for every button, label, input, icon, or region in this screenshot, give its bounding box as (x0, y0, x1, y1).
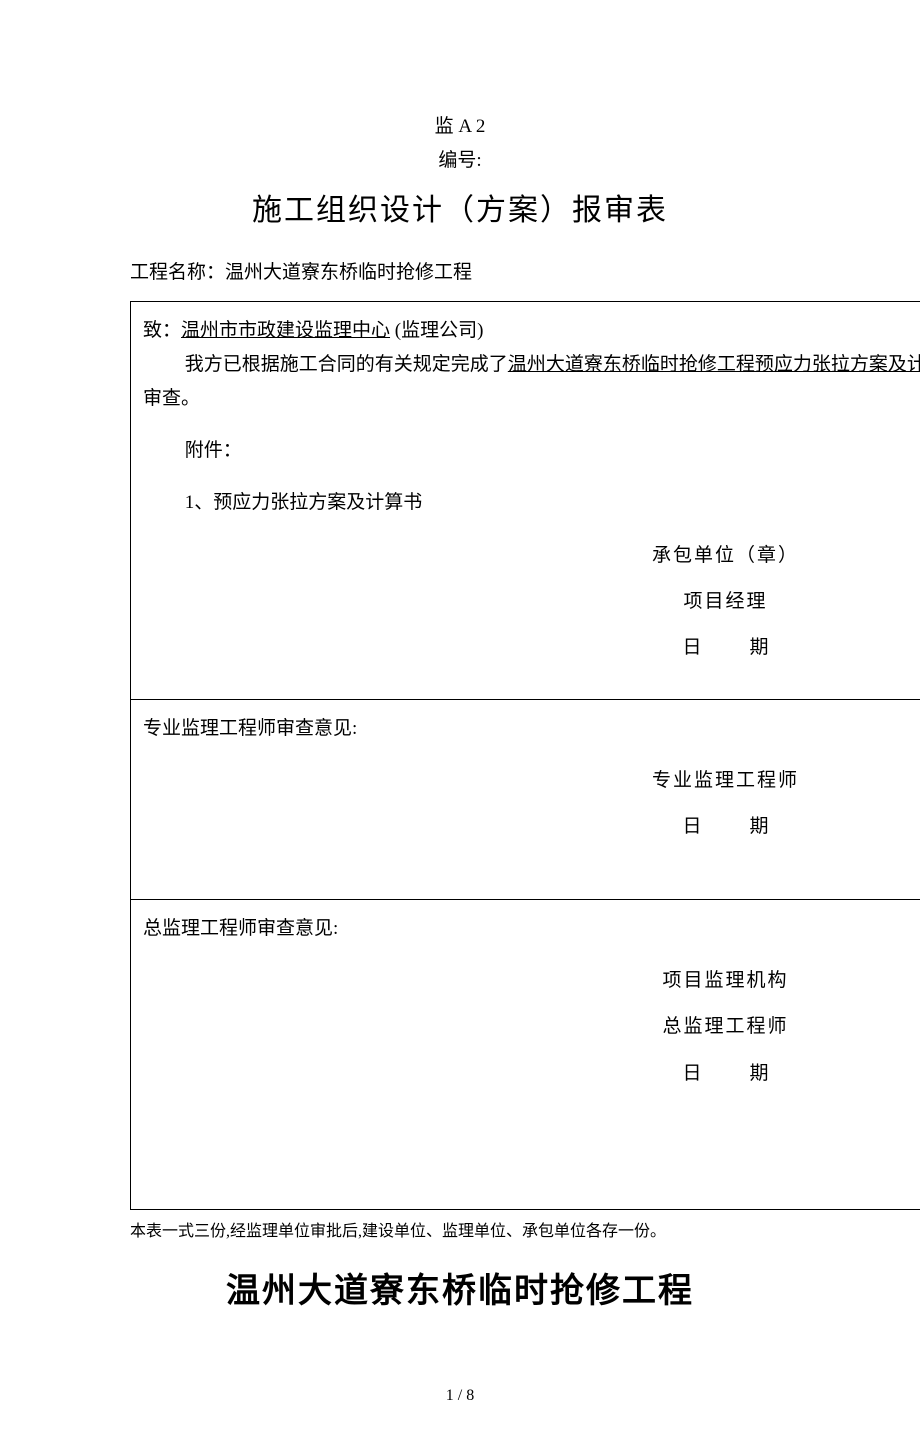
date-char-2: 期 (750, 816, 769, 837)
sig-specialist-engineer: 专业监理工程师 (143, 764, 920, 798)
section-contractor: 致：温州市市政建设监理中心 (监理公司) 我方已根据施工合同的有关规定完成了温州… (131, 301, 920, 700)
date-char-2: 期 (750, 637, 769, 658)
to-company: 温州市市政建设监理中心 (181, 320, 390, 341)
chief-signature-block: 项目监理机构 总监理工程师 日期 (143, 964, 920, 1091)
sig-date: 日期 (143, 810, 920, 844)
form-title: 施工组织设计（方案）报审表 (40, 184, 880, 238)
project-name: 温州大道寮东桥临时抢修工程 (225, 262, 472, 283)
sig-contractor-seal: 承包单位（章） (143, 539, 920, 573)
section-chief-engineer: 总监理工程师审查意见: 项目监理机构 总监理工程师 日期 (131, 900, 920, 1210)
date-char-1: 日 (682, 1063, 701, 1084)
body-line: 我方已根据施工合同的有关规定完成了温州大道寮东桥临时抢修工程预应力张拉方案及计算 (143, 348, 920, 382)
footer-note: 本表一式三份,经监理单位审批后,建设单位、监理单位、承包单位各存一份。 (130, 1218, 880, 1247)
body-underlined: 温州大道寮东桥临时抢修工程预应力张拉方案及计算 (508, 354, 920, 375)
attachment-item: 1、预应力张拉方案及计算书 (143, 486, 920, 520)
chief-heading: 总监理工程师审查意见: (143, 912, 920, 946)
sig-chief-engineer: 总监理工程师 (143, 1010, 920, 1044)
project-line: 工程名称：温州大道寮东桥临时抢修工程 (130, 256, 880, 290)
serial-label: 编号: (40, 144, 880, 178)
sig-date: 日期 (143, 631, 920, 665)
specialist-signature-block: 专业监理工程师 日期 (143, 764, 920, 844)
sig-project-manager: 项目经理 (143, 585, 920, 619)
body-prefix: 我方已根据施工合同的有关规定完成了 (185, 354, 508, 375)
date-char-2: 期 (750, 1063, 769, 1084)
to-suffix: (监理公司) (390, 320, 483, 341)
review-line: 审查。 (143, 382, 920, 416)
sig-project-supervision-org: 项目监理机构 (143, 964, 920, 998)
addressee-line: 致：温州市市政建设监理中心 (监理公司) (143, 314, 920, 348)
sig-date: 日期 (143, 1057, 920, 1091)
attachment-label: 附件： (143, 434, 920, 468)
page-number: 1 / 8 (40, 1382, 880, 1411)
project-label: 工程名称： (130, 262, 225, 283)
approval-table: 致：温州市市政建设监理中心 (监理公司) 我方已根据施工合同的有关规定完成了温州… (130, 301, 920, 1211)
document-main-title: 温州大道寮东桥临时抢修工程 (40, 1261, 880, 1322)
section-specialist-engineer: 专业监理工程师审查意见: 专业监理工程师 日期 (131, 700, 920, 900)
date-char-1: 日 (682, 816, 701, 837)
form-code: 监 A 2 (40, 110, 880, 144)
specialist-heading: 专业监理工程师审查意见: (143, 712, 920, 746)
contractor-signature-block: 承包单位（章） 项目经理 日期 (143, 539, 920, 666)
to-prefix: 致： (143, 320, 181, 341)
date-char-1: 日 (682, 637, 701, 658)
